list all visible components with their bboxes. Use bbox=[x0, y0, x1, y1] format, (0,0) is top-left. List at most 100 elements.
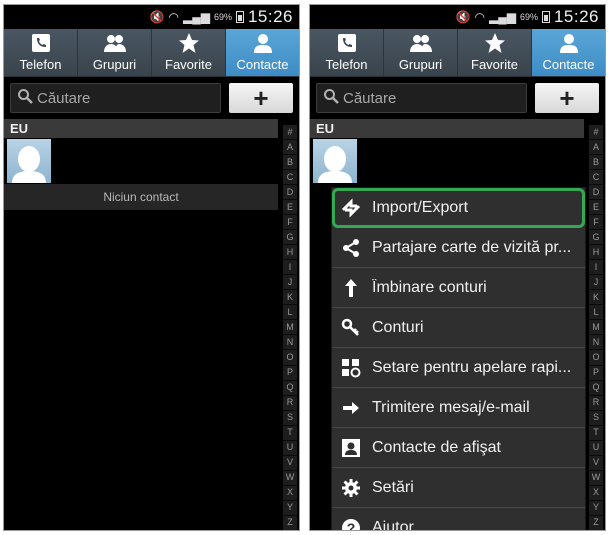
index-letter[interactable]: Q bbox=[283, 381, 297, 396]
merge-icon bbox=[340, 277, 362, 299]
tab-label: Favorite bbox=[471, 57, 518, 72]
index-letter[interactable]: S bbox=[283, 411, 297, 426]
index-letter[interactable]: Q bbox=[589, 381, 603, 396]
index-letter[interactable]: S bbox=[589, 411, 603, 426]
index-letter[interactable]: H bbox=[283, 245, 297, 261]
index-letter[interactable]: B bbox=[283, 155, 297, 171]
group-icon bbox=[103, 32, 127, 54]
index-letter[interactable]: G bbox=[589, 230, 603, 246]
search-input[interactable]: Căutare bbox=[316, 83, 527, 113]
index-letter[interactable]: O bbox=[283, 350, 297, 366]
tab-contacte[interactable]: Contacte bbox=[532, 29, 605, 76]
index-letter[interactable]: Z bbox=[283, 516, 297, 530]
index-letter[interactable]: I bbox=[283, 260, 297, 276]
index-letter[interactable]: Y bbox=[283, 501, 297, 516]
index-letter[interactable]: N bbox=[589, 335, 603, 351]
index-letter[interactable]: E bbox=[589, 200, 603, 216]
tab-grupuri[interactable]: Grupuri bbox=[384, 29, 458, 76]
signal-icon: ▂▄▆ bbox=[182, 10, 210, 24]
index-letter[interactable]: U bbox=[283, 441, 297, 456]
index-letter[interactable]: # bbox=[589, 125, 603, 141]
index-letter[interactable]: P bbox=[283, 366, 297, 381]
index-letter[interactable]: X bbox=[589, 486, 603, 501]
tab-telefon[interactable]: Telefon bbox=[310, 29, 384, 76]
alphabet-index-bar[interactable]: # A B C D E F G H I J K L M N O P Q R S … bbox=[589, 125, 603, 530]
index-letter[interactable]: X bbox=[283, 486, 297, 501]
tab-favorite[interactable]: Favorite bbox=[458, 29, 532, 76]
index-letter[interactable]: D bbox=[589, 185, 603, 201]
index-letter[interactable]: K bbox=[283, 290, 297, 306]
index-letter[interactable]: R bbox=[589, 396, 603, 411]
index-letter[interactable]: J bbox=[589, 275, 603, 291]
tab-label: Contacte bbox=[542, 57, 595, 72]
menu-item-label: Import/Export bbox=[372, 198, 469, 216]
index-letter[interactable]: W bbox=[589, 471, 603, 486]
key-icon bbox=[340, 317, 362, 339]
menu-item-help[interactable]: ? Ajutor bbox=[332, 508, 585, 532]
index-letter[interactable]: V bbox=[589, 456, 603, 471]
index-letter[interactable]: H bbox=[589, 245, 603, 261]
my-profile-row[interactable] bbox=[310, 138, 584, 184]
index-letter[interactable]: K bbox=[589, 290, 603, 306]
menu-item-import-export[interactable]: Import/Export bbox=[332, 188, 585, 228]
index-letter[interactable]: # bbox=[283, 125, 297, 141]
tab-grupuri[interactable]: Grupuri bbox=[78, 29, 152, 76]
index-letter[interactable]: I bbox=[589, 260, 603, 276]
tab-telefon[interactable]: Telefon bbox=[4, 29, 78, 76]
menu-item-accounts[interactable]: Conturi bbox=[332, 308, 585, 348]
index-letter[interactable]: N bbox=[283, 335, 297, 351]
help-icon: ? bbox=[340, 517, 362, 532]
index-letter[interactable]: A bbox=[283, 140, 297, 156]
clock: 15:26 bbox=[553, 7, 599, 26]
menu-item-share-namecard[interactable]: Partajare carte de vizită pr... bbox=[332, 228, 585, 268]
index-letter[interactable]: J bbox=[283, 275, 297, 291]
add-contact-button[interactable]: + bbox=[229, 83, 293, 113]
index-letter[interactable]: L bbox=[283, 305, 297, 321]
menu-item-send-message[interactable]: Trimitere mesaj/e-mail bbox=[332, 388, 585, 428]
phone-screen-left: 🔇 ◠ ▂▄▆ 69% 15:26 Telefon Grupuri Favori… bbox=[3, 4, 300, 531]
index-letter[interactable]: R bbox=[283, 396, 297, 411]
tab-label: Favorite bbox=[165, 57, 212, 72]
tab-favorite[interactable]: Favorite bbox=[152, 29, 226, 76]
index-letter[interactable]: M bbox=[283, 320, 297, 336]
tab-contacte[interactable]: Contacte bbox=[226, 29, 299, 76]
avatar bbox=[313, 139, 357, 183]
menu-item-settings[interactable]: Setări bbox=[332, 468, 585, 508]
alphabet-index-bar[interactable]: # A B C D E F G H I J K L M N O P Q R S … bbox=[283, 125, 297, 530]
index-letter[interactable]: L bbox=[589, 305, 603, 321]
menu-item-label: Setări bbox=[372, 478, 414, 496]
index-letter[interactable]: U bbox=[589, 441, 603, 456]
index-letter[interactable]: T bbox=[283, 426, 297, 441]
gear-icon bbox=[340, 477, 362, 499]
mute-icon: 🔇 bbox=[455, 10, 471, 24]
my-profile-row[interactable] bbox=[4, 138, 278, 184]
search-input[interactable]: Căutare bbox=[10, 83, 221, 113]
index-letter[interactable]: M bbox=[589, 320, 603, 336]
index-letter[interactable]: Y bbox=[589, 501, 603, 516]
index-letter[interactable]: C bbox=[589, 170, 603, 186]
tab-label: Contacte bbox=[236, 57, 289, 72]
menu-item-merge-accounts[interactable]: Îmbinare conturi bbox=[332, 268, 585, 308]
index-letter[interactable]: O bbox=[589, 350, 603, 366]
index-letter[interactable]: W bbox=[283, 471, 297, 486]
index-letter[interactable]: Z bbox=[589, 516, 603, 530]
index-letter[interactable]: P bbox=[589, 366, 603, 381]
menu-item-contacts-to-display[interactable]: Contacte de afişat bbox=[332, 428, 585, 468]
index-letter[interactable]: F bbox=[589, 215, 603, 231]
search-placeholder: Căutare bbox=[343, 89, 397, 107]
wifi-icon: ◠ bbox=[474, 10, 485, 24]
index-letter[interactable]: T bbox=[589, 426, 603, 441]
index-letter[interactable]: G bbox=[283, 230, 297, 246]
index-letter[interactable]: V bbox=[283, 456, 297, 471]
index-letter[interactable]: D bbox=[283, 185, 297, 201]
menu-item-speed-dial[interactable]: Setare pentru apelare rapi... bbox=[332, 348, 585, 388]
battery-percent: 69% bbox=[519, 12, 538, 22]
add-contact-button[interactable]: + bbox=[535, 83, 599, 113]
index-letter[interactable]: A bbox=[589, 140, 603, 156]
section-header-me: EU bbox=[310, 119, 584, 138]
index-letter[interactable]: F bbox=[283, 215, 297, 231]
index-letter[interactable]: C bbox=[283, 170, 297, 186]
svg-text:?: ? bbox=[347, 520, 356, 532]
index-letter[interactable]: E bbox=[283, 200, 297, 216]
index-letter[interactable]: B bbox=[589, 155, 603, 171]
